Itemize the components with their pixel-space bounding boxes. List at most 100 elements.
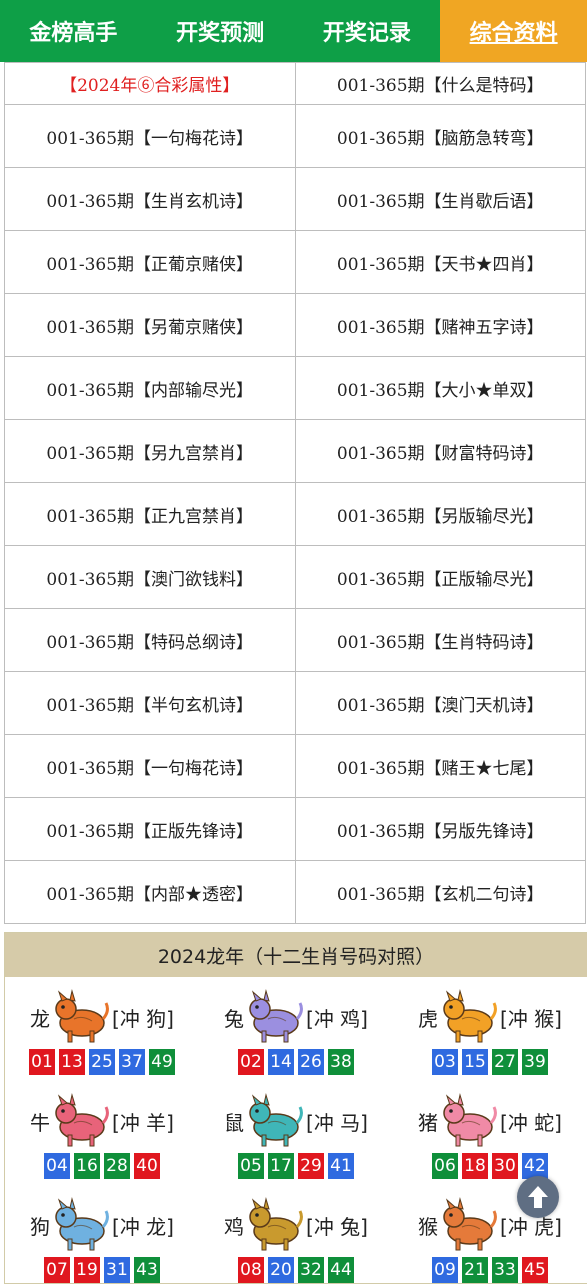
tab-prediction[interactable]: 开奖预测 — [147, 0, 294, 62]
article-link[interactable]: 001-365期【另版先锋诗】 — [294, 797, 586, 861]
article-link[interactable]: 001-365期【一句梅花诗】 — [4, 734, 296, 798]
article-link[interactable]: 001-365期【半句玄机诗】 — [4, 671, 296, 735]
zodiac-header: 龙 [冲 狗] — [30, 987, 174, 1047]
number-ball: 39 — [522, 1049, 548, 1075]
article-link[interactable]: 001-365期【什么是特码】 — [294, 62, 586, 105]
scroll-to-top-button[interactable] — [517, 1176, 559, 1218]
number-ball: 20 — [268, 1257, 294, 1283]
table-row: 001-365期【半句玄机诗】 001-365期【澳门天机诗】 — [4, 671, 586, 735]
number-ball: 26 — [298, 1049, 324, 1075]
number-balls: 02 14 26 38 — [238, 1049, 354, 1075]
article-link[interactable]: 001-365期【内部输尽光】 — [4, 356, 296, 420]
zodiac-cell: 鼠 [冲 马] 05 17 29 41 — [199, 1091, 393, 1179]
zodiac-name: 龙 — [30, 1006, 51, 1031]
table-row: 001-365期【一句梅花诗】 001-365期【赌王★七尾】 — [4, 734, 586, 798]
table-row: 001-365期【正九宫禁肖】 001-365期【另版输尽光】 — [4, 482, 586, 546]
attribute-link-cell[interactable]: 【2024年⑥合彩属性】 — [4, 62, 296, 105]
article-link[interactable]: 001-365期【正九宫禁肖】 — [4, 482, 296, 546]
zodiac-title: 2024龙年（十二生肖号码对照） — [5, 933, 587, 977]
number-ball: 42 — [522, 1153, 548, 1179]
table-row: 001-365期【内部★透密】 001-365期【玄机二句诗】 — [4, 860, 586, 924]
table-row: 001-365期【正葡京赌侠】 001-365期【天书★四肖】 — [4, 230, 586, 294]
number-balls: 06 18 30 42 — [432, 1153, 548, 1179]
zodiac-name: 狗 — [30, 1214, 51, 1239]
number-ball: 05 — [238, 1153, 264, 1179]
article-link[interactable]: 001-365期【财富特码诗】 — [294, 419, 586, 483]
zodiac-clash: [冲 狗] — [112, 1006, 174, 1031]
number-ball: 15 — [462, 1049, 488, 1075]
number-ball: 28 — [104, 1153, 130, 1179]
number-ball: 31 — [104, 1257, 130, 1283]
article-link[interactable]: 001-365期【正版先锋诗】 — [4, 797, 296, 861]
number-ball: 19 — [74, 1257, 100, 1283]
rat-icon — [246, 1093, 304, 1149]
number-ball: 04 — [44, 1153, 70, 1179]
article-link[interactable]: 001-365期【另九宫禁肖】 — [4, 419, 296, 483]
article-link[interactable]: 001-365期【另葡京赌侠】 — [4, 293, 296, 357]
number-ball: 45 — [522, 1257, 548, 1283]
article-link[interactable]: 001-365期【生肖玄机诗】 — [4, 167, 296, 231]
number-ball: 40 — [134, 1153, 160, 1179]
article-link[interactable]: 001-365期【正版输尽光】 — [294, 545, 586, 609]
number-ball: 13 — [59, 1049, 85, 1075]
rabbit-icon — [246, 989, 304, 1045]
table-row: 001-365期【一句梅花诗】 001-365期【脑筋急转弯】 — [4, 104, 586, 168]
tab-draw-record[interactable]: 开奖记录 — [294, 0, 441, 62]
tab-comprehensive-info[interactable]: 综合资料 — [440, 0, 587, 62]
table-row: 001-365期【内部输尽光】 001-365期【大小★单双】 — [4, 356, 586, 420]
zodiac-cell: 虎 [冲 猴] 03 15 27 39 — [393, 987, 587, 1075]
article-link[interactable]: 001-365期【澳门欲钱料】 — [4, 545, 296, 609]
top-nav: 金榜高手 开奖预测 开奖记录 综合资料 — [0, 0, 587, 62]
article-link[interactable]: 001-365期【澳门天机诗】 — [294, 671, 586, 735]
article-link[interactable]: 001-365期【天书★四肖】 — [294, 230, 586, 294]
article-link[interactable]: 001-365期【正葡京赌侠】 — [4, 230, 296, 294]
zodiac-name: 兔 — [224, 1006, 245, 1031]
article-link-table: 【2024年⑥合彩属性】 001-365期【什么是特码】 001-365期【一句梅花… — [4, 62, 586, 924]
zodiac-section: 2024龙年（十二生肖号码对照） 龙 [冲 狗] 01 13 25 37 49 兔 [冲 鸡] 0… — [4, 932, 587, 1284]
number-ball: 01 — [29, 1049, 55, 1075]
number-balls: 09 21 33 45 — [432, 1257, 548, 1283]
zodiac-cell: 兔 [冲 鸡] 02 14 26 38 — [199, 987, 393, 1075]
number-balls: 08 20 32 44 — [238, 1257, 354, 1283]
article-link[interactable]: 001-365期【内部★透密】 — [4, 860, 296, 924]
article-link[interactable]: 001-365期【赌神五字诗】 — [294, 293, 586, 357]
zodiac-cell: 鸡 [冲 兔] 08 20 32 44 — [199, 1195, 393, 1283]
zodiac-cell: 猪 [冲 蛇] 06 18 30 42 — [393, 1091, 587, 1179]
number-balls: 05 17 29 41 — [238, 1153, 354, 1179]
table-row: 【2024年⑥合彩属性】 001-365期【什么是特码】 — [4, 62, 586, 105]
zodiac-name: 猪 — [418, 1110, 439, 1135]
article-link[interactable]: 001-365期【另版输尽光】 — [294, 482, 586, 546]
number-ball: 17 — [268, 1153, 294, 1179]
article-link[interactable]: 001-365期【脑筋急转弯】 — [294, 104, 586, 168]
article-link[interactable]: 001-365期【大小★单双】 — [294, 356, 586, 420]
number-ball: 09 — [432, 1257, 458, 1283]
number-ball: 25 — [89, 1049, 115, 1075]
number-ball: 44 — [328, 1257, 354, 1283]
article-link[interactable]: 001-365期【生肖特码诗】 — [294, 608, 586, 672]
ox-icon — [52, 1093, 110, 1149]
article-link[interactable]: 001-365期【生肖歇后语】 — [294, 167, 586, 231]
zodiac-clash: [冲 猴] — [500, 1006, 562, 1031]
table-row: 001-365期【澳门欲钱料】 001-365期【正版输尽光】 — [4, 545, 586, 609]
article-link[interactable]: 001-365期【特码总纲诗】 — [4, 608, 296, 672]
number-balls: 03 15 27 39 — [432, 1049, 548, 1075]
zodiac-name: 鸡 — [224, 1214, 245, 1239]
rooster-icon — [246, 1197, 304, 1253]
zodiac-cell: 猴 [冲 虎] 09 21 33 45 — [393, 1195, 587, 1283]
zodiac-clash: [冲 龙] — [112, 1214, 174, 1239]
number-ball: 21 — [462, 1257, 488, 1283]
zodiac-clash: [冲 蛇] — [500, 1110, 562, 1135]
zodiac-header: 狗 [冲 龙] — [30, 1195, 174, 1255]
article-link[interactable]: 001-365期【赌王★七尾】 — [294, 734, 586, 798]
zodiac-cell: 龙 [冲 狗] 01 13 25 37 49 — [5, 987, 199, 1075]
zodiac-cell: 牛 [冲 羊] 04 16 28 40 — [5, 1091, 199, 1179]
dog-icon — [52, 1197, 110, 1253]
arrow-up-icon — [528, 1186, 548, 1208]
article-link[interactable]: 001-365期【一句梅花诗】 — [4, 104, 296, 168]
tab-jinbang[interactable]: 金榜高手 — [0, 0, 147, 62]
number-balls: 07 19 31 43 — [44, 1257, 160, 1283]
article-link[interactable]: 001-365期【玄机二句诗】 — [294, 860, 586, 924]
zodiac-header: 鸡 [冲 兔] — [224, 1195, 368, 1255]
number-balls: 01 13 25 37 49 — [29, 1049, 175, 1075]
number-ball: 33 — [492, 1257, 518, 1283]
